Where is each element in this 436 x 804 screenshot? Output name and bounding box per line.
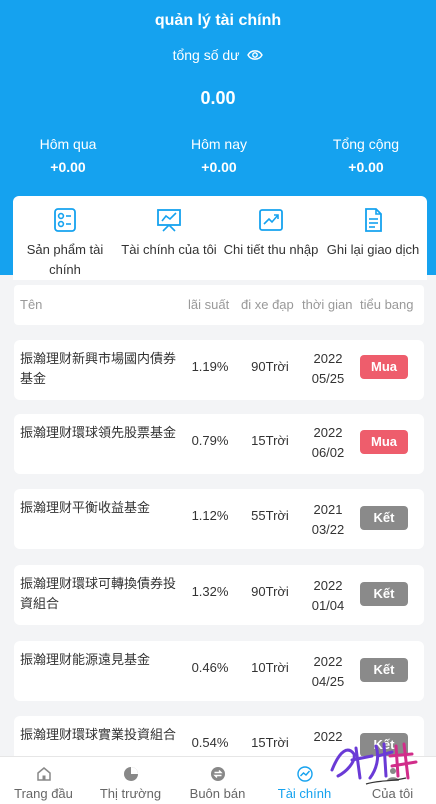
balance-label: tổng số dư xyxy=(172,47,240,63)
tab-label: Buôn bán xyxy=(189,786,246,801)
closed-button[interactable]: Kết xyxy=(360,506,408,530)
column-name: Tên xyxy=(20,297,43,312)
fund-year: 2022 xyxy=(313,425,343,440)
fund-date: 2022 05/25 xyxy=(302,349,354,389)
chart-board-icon xyxy=(157,209,181,232)
fund-date: 2022 01/04 xyxy=(302,576,354,616)
fund-month-day: 06/02 xyxy=(311,445,345,460)
fund-year: 2021 xyxy=(313,502,343,517)
product-list-icon xyxy=(54,208,76,232)
tab-label: Thị trường xyxy=(99,786,162,801)
fund-month-day: 01/04 xyxy=(311,598,345,613)
fund-rate: 1.32% xyxy=(191,584,229,599)
fund-period: 90Trời xyxy=(251,584,289,599)
fund-date: 2022 04/25 xyxy=(302,652,354,692)
buy-button[interactable]: Mua xyxy=(360,355,408,379)
balance-label-row: tổng số dư xyxy=(0,47,436,64)
fund-name: 振瀚理财新興市場國内債券基金 xyxy=(20,351,177,386)
menu-my-finance[interactable]: Tài chính của tôi xyxy=(117,196,221,280)
closed-button[interactable]: Kết xyxy=(360,582,408,606)
menu-income-details[interactable]: Chi tiết thu nhập xyxy=(219,196,323,280)
stat-today: Hôm nay +0.00 xyxy=(159,136,279,175)
fund-period: 15Trời xyxy=(251,735,289,750)
column-period: đi xe đạp xyxy=(241,297,294,312)
fund-period: 15Trời xyxy=(251,433,289,448)
fund-month-day: 03/22 xyxy=(311,522,345,537)
tab-label: Trang đầu xyxy=(14,786,73,801)
column-time: thời gian xyxy=(302,297,353,312)
table-row[interactable]: 振瀚理财平衡收益基金 1.12% 55Trời 2021 03/22 Kết xyxy=(14,489,424,549)
table-row[interactable]: 振瀚理财環球領先股票基金 0.79% 15Trời 2022 06/02 Mua xyxy=(14,414,424,474)
menu-label: Tài chính của tôi xyxy=(121,242,217,257)
buy-button[interactable]: Mua xyxy=(360,430,408,454)
table-row[interactable]: 振瀚理财能源遠見基金 0.46% 10Trời 2022 04/25 Kết xyxy=(14,641,424,701)
column-rate: lãi suất xyxy=(188,297,230,312)
fund-date: 2022 06/02 xyxy=(302,423,354,463)
fund-rate: 0.54% xyxy=(191,735,229,750)
eye-icon[interactable] xyxy=(247,48,264,64)
pie-chart-icon xyxy=(123,767,138,781)
tab-trade[interactable]: Buôn bán xyxy=(174,757,261,804)
fund-date: 2021 03/22 xyxy=(302,500,354,540)
tab-market[interactable]: Thị trường xyxy=(87,757,174,804)
stat-value: +0.00 xyxy=(201,159,237,175)
fund-period: 90Trời xyxy=(251,359,289,374)
fund-year: 2022 xyxy=(313,654,343,669)
balance-value: 0.00 xyxy=(200,88,236,108)
exchange-icon xyxy=(210,767,225,781)
menu-financial-products[interactable]: Sản phẩm tài chính xyxy=(13,196,117,280)
fund-name: 振瀚理财環球可轉換債券投資組合 xyxy=(20,576,177,611)
fund-name: 振瀚理财環球領先股票基金 xyxy=(20,425,177,440)
fund-period: 10Trời xyxy=(251,660,289,675)
fund-month-day: 04/25 xyxy=(311,674,345,689)
fund-year: 2022 xyxy=(313,578,343,593)
column-status: tiểu bang xyxy=(360,297,414,312)
fund-rate: 1.19% xyxy=(191,359,229,374)
fund-name: 振瀚理财環球實業投資組合 xyxy=(20,727,177,742)
home-icon xyxy=(36,767,51,781)
fund-year: 2022 xyxy=(313,351,343,366)
fund-name: 振瀚理财能源遠見基金 xyxy=(20,652,151,667)
page-title: quản lý tài chính xyxy=(154,12,282,29)
quick-menu: Sản phẩm tài chính Tài chính của tôi Chi… xyxy=(13,196,427,280)
stat-value: +0.00 xyxy=(348,159,384,175)
menu-label: Sản phẩm tài chính xyxy=(26,242,104,277)
fund-month-day: 05/25 xyxy=(311,371,345,386)
watermark-logo xyxy=(330,742,418,785)
fund-rate: 1.12% xyxy=(191,508,229,523)
fund-period: 55Trời xyxy=(251,508,289,523)
stat-yesterday: Hôm qua +0.00 xyxy=(8,136,128,175)
fund-rate: 0.46% xyxy=(191,660,229,675)
fund-name: 振瀚理财平衡收益基金 xyxy=(20,500,151,515)
finance-trend-icon xyxy=(296,766,313,782)
stat-value: +0.00 xyxy=(50,159,86,175)
table-row[interactable]: 振瀚理财新興市場國内債券基金 1.19% 90Trời 2022 05/25 M… xyxy=(14,340,424,400)
menu-label: Ghi lại giao dịch xyxy=(326,242,420,257)
fund-rate: 0.79% xyxy=(191,433,229,448)
tab-home[interactable]: Trang đầu xyxy=(0,757,87,804)
closed-button[interactable]: Kết xyxy=(360,658,408,682)
stat-label: Hôm qua xyxy=(39,136,97,152)
stat-label: Tổng cộng xyxy=(332,136,400,152)
table-row[interactable]: 振瀚理财環球可轉換債券投資組合 1.32% 90Trời 2022 01/04 … xyxy=(14,565,424,625)
menu-label: Chi tiết thu nhập xyxy=(223,242,319,257)
document-icon xyxy=(365,208,382,232)
stat-label: Hôm nay xyxy=(190,136,248,152)
table-header: Tên lãi suất đi xe đạp thời gian tiểu ba… xyxy=(14,285,424,325)
stat-total: Tổng cộng +0.00 xyxy=(306,136,426,175)
trend-up-icon xyxy=(259,209,283,231)
menu-transaction-log[interactable]: Ghi lại giao dịch xyxy=(321,196,425,280)
